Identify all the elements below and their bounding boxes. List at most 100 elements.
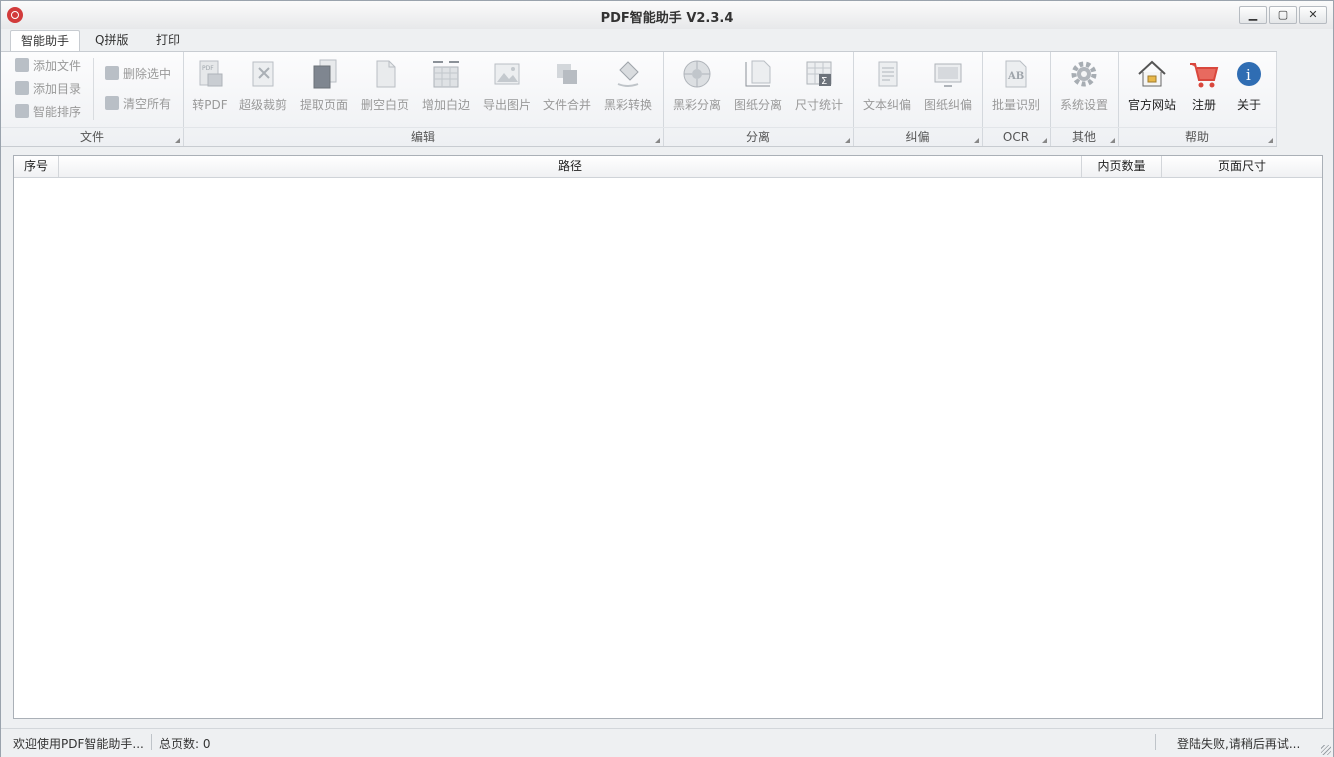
ribbon: 添加文件 添加目录 智能排序 删除选中 清空所有 文件 PDF 转PDF 超级裁… [1, 51, 1277, 147]
add-margin-icon [433, 61, 459, 88]
clear-all-button[interactable]: 清空所有 [105, 94, 171, 114]
delete-rows-icon [105, 66, 119, 80]
column-header-page-count[interactable]: 内页数量 [1082, 156, 1162, 177]
status-login: 登陆失败,请稍后再试... [1177, 737, 1301, 751]
group-deskew: 文本纠偏 图纸纠偏 纠偏 [853, 52, 983, 146]
add-directory-button[interactable]: 添加目录 [15, 79, 81, 99]
merge-icon [557, 64, 577, 84]
add-file-label: 添加文件 [33, 59, 82, 73]
group-separate: 黑彩分离 图纸分离 Σ 尺寸统计 分离 [663, 52, 854, 146]
group-expand-icon[interactable] [845, 138, 850, 143]
info-icon: i [1237, 62, 1261, 86]
monitor-icon [934, 63, 962, 87]
group-ocr-label: OCR [982, 127, 1050, 146]
group-expand-icon[interactable] [175, 138, 180, 143]
add-file-icon [15, 58, 29, 72]
group-expand-icon[interactable] [655, 138, 660, 143]
export-images-button[interactable]: 导出图片 [477, 56, 537, 116]
to-pdf-icon: PDF [199, 60, 223, 87]
group-deskew-title: 纠偏 [905, 130, 930, 144]
ribbon-tabs: 智能助手 Q拼版 打印 [1, 29, 1333, 51]
clear-rows-icon [105, 96, 119, 110]
about-button[interactable]: i 关于 [1219, 56, 1279, 116]
column-header-page-size[interactable]: 页面尺寸 [1162, 156, 1322, 177]
image-icon [494, 63, 520, 85]
home-icon [1138, 60, 1166, 87]
divider [93, 58, 94, 120]
text-document-icon [878, 61, 898, 87]
delete-blank-pages-button[interactable]: 删空白页 [355, 56, 415, 116]
group-file-title: 文件 [79, 130, 104, 144]
group-ocr: AB 批量识别 OCR [982, 52, 1051, 146]
group-expand-icon[interactable] [1268, 138, 1273, 143]
group-edit-label: 编辑 [183, 127, 663, 146]
group-file: 添加文件 添加目录 智能排序 删除选中 清空所有 文件 [1, 52, 184, 146]
clear-all-label: 清空所有 [123, 97, 172, 111]
group-deskew-label: 纠偏 [853, 127, 982, 146]
bw-separate-button[interactable]: 黑彩分离 [667, 56, 727, 116]
status-bar: 欢迎使用PDF智能助手... 总页数: 0 登陆失败,请稍后再试... [1, 728, 1333, 757]
tab-q-imposition[interactable]: Q拼版 [85, 30, 138, 50]
status-divider [1155, 734, 1156, 750]
group-edit-title: 编辑 [410, 130, 435, 144]
sort-az-icon [15, 104, 29, 118]
extract-pages-button[interactable]: 提取页面 [294, 56, 354, 116]
drawing-deskew-button[interactable]: 图纸纠偏 [918, 56, 978, 116]
system-settings-label: 系统设置 [1059, 98, 1108, 112]
system-settings-button[interactable]: 系统设置 [1054, 56, 1114, 116]
status-total-pages: 总页数: 0 [159, 737, 211, 751]
add-margin-button[interactable]: 增加白边 [416, 56, 476, 116]
text-deskew-button[interactable]: 文本纠偏 [857, 56, 917, 116]
group-separate-title: 分离 [745, 130, 770, 144]
add-file-button[interactable]: 添加文件 [15, 56, 81, 76]
bw-convert-button[interactable]: 黑彩转换 [598, 56, 658, 116]
svg-text:i: i [1246, 66, 1251, 84]
delete-selected-label: 删除选中 [123, 67, 172, 81]
group-ocr-title: OCR [1002, 130, 1030, 144]
ocr-ab-icon: AB [1005, 60, 1027, 88]
group-help-title: 帮助 [1184, 130, 1209, 144]
size-stats-label: 尺寸统计 [794, 98, 843, 112]
tab-print[interactable]: 打印 [146, 30, 190, 50]
svg-text:Σ: Σ [821, 76, 827, 87]
status-welcome: 欢迎使用PDF智能助手... [13, 737, 144, 751]
batch-ocr-label: 批量识别 [991, 98, 1040, 112]
add-directory-label: 添加目录 [33, 82, 82, 96]
blank-page-icon [376, 60, 396, 88]
delete-selected-button[interactable]: 删除选中 [105, 64, 171, 84]
file-list-table[interactable]: 序号 路径 内页数量 页面尺寸 [13, 155, 1323, 719]
group-edit: PDF 转PDF 超级裁剪 提取页面 删空白页 增加白边 导出图片 文件合并 黑… [183, 52, 664, 146]
about-label: 关于 [1236, 98, 1261, 112]
group-expand-icon[interactable] [974, 138, 979, 143]
maximize-button[interactable]: ▢ [1269, 6, 1297, 24]
column-header-path[interactable]: 路径 [59, 156, 1082, 177]
merge-files-button[interactable]: 文件合并 [537, 56, 597, 116]
app-window: PDF智能助手 V2.3.4 ▁ ▢ ✕ 智能助手 Q拼版 打印 添加文件 添加… [0, 0, 1334, 757]
group-help: 官方网站 注册 i 关于 帮助 [1118, 52, 1277, 146]
tab-smart-assistant[interactable]: 智能助手 [10, 30, 81, 51]
group-expand-icon[interactable] [1042, 138, 1047, 143]
drawing-deskew-label: 图纸纠偏 [923, 98, 972, 112]
crop-icon [252, 61, 274, 87]
close-button[interactable]: ✕ [1299, 6, 1327, 24]
gear-icon [1071, 61, 1097, 87]
drawing-separate-button[interactable]: 图纸分离 [728, 56, 788, 116]
svg-text:PDF: PDF [202, 65, 214, 72]
resize-grip-icon[interactable] [1321, 745, 1331, 755]
paint-bucket-icon [617, 61, 639, 87]
size-stats-button[interactable]: Σ 尺寸统计 [789, 56, 849, 116]
column-header-index[interactable]: 序号 [14, 156, 59, 177]
shopping-cart-icon [1190, 63, 1219, 88]
sum-table-icon: Σ [806, 61, 832, 87]
smart-sort-label: 智能排序 [33, 105, 82, 119]
smart-sort-button[interactable]: 智能排序 [15, 102, 81, 122]
super-crop-button[interactable]: 超级裁剪 [233, 56, 293, 116]
status-divider [151, 734, 152, 750]
group-other: 系统设置 其他 [1050, 52, 1119, 146]
group-expand-icon[interactable] [1110, 138, 1115, 143]
title-bar[interactable]: PDF智能助手 V2.3.4 ▁ ▢ ✕ [1, 1, 1333, 30]
bw-convert-label: 黑彩转换 [603, 98, 652, 112]
minimize-button[interactable]: ▁ [1239, 6, 1267, 24]
batch-ocr-button[interactable]: AB 批量识别 [986, 56, 1046, 116]
group-other-title: 其他 [1071, 130, 1096, 144]
